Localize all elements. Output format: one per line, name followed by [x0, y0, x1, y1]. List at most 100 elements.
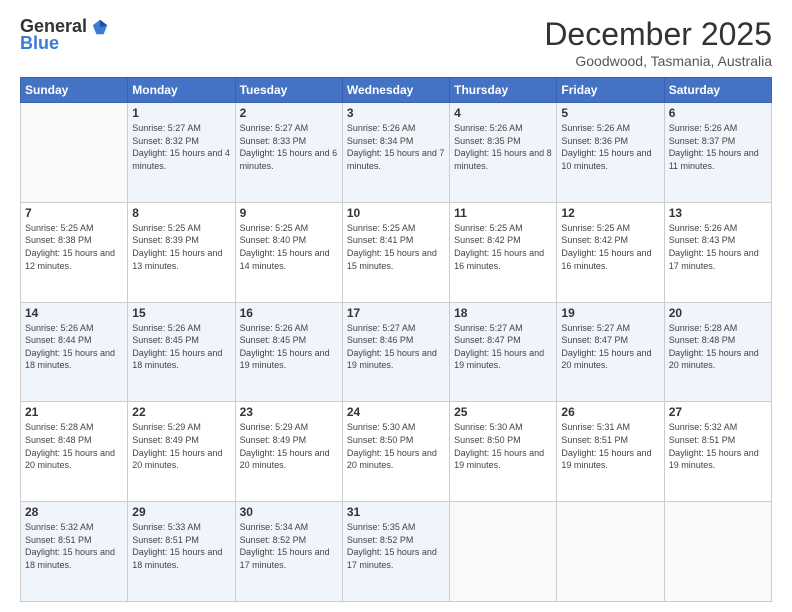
- calendar-cell: 28 Sunrise: 5:32 AMSunset: 8:51 PMDayligh…: [21, 502, 128, 602]
- calendar-cell: [557, 502, 664, 602]
- day-number: 30: [240, 505, 338, 519]
- weekday-header-monday: Monday: [128, 78, 235, 103]
- calendar-cell: 26Sunrise: 5:31 AMSunset: 8:51 PMDayligh…: [557, 402, 664, 502]
- day-number: 31: [347, 505, 445, 519]
- day-info: Sunrise: 5:25 AMSunset: 8:38 PMDaylight:…: [25, 222, 123, 272]
- calendar-cell: 9 Sunrise: 5:25 AMSunset: 8:40 PMDaylight…: [235, 202, 342, 302]
- calendar-cell: 1 Sunrise: 5:27 AMSunset: 8:32 PMDaylight…: [128, 103, 235, 203]
- calendar-week-row: 28 Sunrise: 5:32 AMSunset: 8:51 PMDayligh…: [21, 502, 772, 602]
- day-info: Sunrise: 5:28 AMSunset: 8:48 PMDaylight:…: [669, 322, 767, 372]
- calendar-cell: [21, 103, 128, 203]
- day-number: 13: [669, 206, 767, 220]
- calendar-cell: 5Sunrise: 5:26 AMSunset: 8:36 PMDaylight…: [557, 103, 664, 203]
- logo-blue-text: Blue: [20, 33, 59, 54]
- calendar-cell: 24 Sunrise: 5:30 AMSunset: 8:50 PMDayligh…: [342, 402, 449, 502]
- calendar-cell: 4Sunrise: 5:26 AMSunset: 8:35 PMDaylight…: [450, 103, 557, 203]
- day-info: Sunrise: 5:32 AMSunset: 8:51 PMDaylight:…: [669, 421, 767, 471]
- day-number: 24: [347, 405, 445, 419]
- day-info: Sunrise: 5:29 AMSunset: 8:49 PMDaylight:…: [240, 421, 338, 471]
- day-info: Sunrise: 5:27 AMSunset: 8:32 PMDaylight:…: [132, 122, 230, 172]
- calendar-cell: 6Sunrise: 5:26 AMSunset: 8:37 PMDaylight…: [664, 103, 771, 203]
- day-info: Sunrise: 5:27 AMSunset: 8:33 PMDaylight:…: [240, 122, 338, 172]
- day-info: Sunrise: 5:28 AMSunset: 8:48 PMDaylight:…: [25, 421, 123, 471]
- day-number: 3: [347, 106, 445, 120]
- day-info: Sunrise: 5:27 AMSunset: 8:47 PMDaylight:…: [561, 322, 659, 372]
- day-number: 9: [240, 206, 338, 220]
- calendar-cell: 21 Sunrise: 5:28 AMSunset: 8:48 PMDayligh…: [21, 402, 128, 502]
- day-info: Sunrise: 5:30 AMSunset: 8:50 PMDaylight:…: [347, 421, 445, 471]
- calendar-cell: 30 Sunrise: 5:34 AMSunset: 8:52 PMDayligh…: [235, 502, 342, 602]
- calendar-cell: 18Sunrise: 5:27 AMSunset: 8:47 PMDayligh…: [450, 302, 557, 402]
- calendar-cell: 20 Sunrise: 5:28 AMSunset: 8:48 PMDayligh…: [664, 302, 771, 402]
- day-info: Sunrise: 5:27 AMSunset: 8:47 PMDaylight:…: [454, 322, 552, 372]
- weekday-header-tuesday: Tuesday: [235, 78, 342, 103]
- calendar-cell: 19 Sunrise: 5:27 AMSunset: 8:47 PMDayligh…: [557, 302, 664, 402]
- day-info: Sunrise: 5:26 AMSunset: 8:44 PMDaylight:…: [25, 322, 123, 372]
- weekday-header-row: SundayMondayTuesdayWednesdayThursdayFrid…: [21, 78, 772, 103]
- weekday-header-sunday: Sunday: [21, 78, 128, 103]
- day-number: 26: [561, 405, 659, 419]
- day-info: Sunrise: 5:26 AMSunset: 8:36 PMDaylight:…: [561, 122, 659, 172]
- day-info: Sunrise: 5:33 AMSunset: 8:51 PMDaylight:…: [132, 521, 230, 571]
- day-info: Sunrise: 5:32 AMSunset: 8:51 PMDaylight:…: [25, 521, 123, 571]
- logo: General Blue: [20, 16, 109, 54]
- day-number: 7: [25, 206, 123, 220]
- day-number: 15: [132, 306, 230, 320]
- day-info: Sunrise: 5:26 AMSunset: 8:34 PMDaylight:…: [347, 122, 445, 172]
- calendar-cell: 2 Sunrise: 5:27 AMSunset: 8:33 PMDaylight…: [235, 103, 342, 203]
- day-number: 12: [561, 206, 659, 220]
- logo-flag-icon: [91, 18, 109, 36]
- day-number: 19: [561, 306, 659, 320]
- day-number: 20: [669, 306, 767, 320]
- day-info: Sunrise: 5:35 AMSunset: 8:52 PMDaylight:…: [347, 521, 445, 571]
- day-number: 6: [669, 106, 767, 120]
- calendar-cell: 13Sunrise: 5:26 AMSunset: 8:43 PMDayligh…: [664, 202, 771, 302]
- day-number: 1: [132, 106, 230, 120]
- day-info: Sunrise: 5:25 AMSunset: 8:42 PMDaylight:…: [561, 222, 659, 272]
- day-info: Sunrise: 5:34 AMSunset: 8:52 PMDaylight:…: [240, 521, 338, 571]
- calendar-week-row: 1 Sunrise: 5:27 AMSunset: 8:32 PMDaylight…: [21, 103, 772, 203]
- calendar-cell: [450, 502, 557, 602]
- calendar-week-row: 14Sunrise: 5:26 AMSunset: 8:44 PMDayligh…: [21, 302, 772, 402]
- day-info: Sunrise: 5:25 AMSunset: 8:39 PMDaylight:…: [132, 222, 230, 272]
- day-number: 28: [25, 505, 123, 519]
- calendar-week-row: 7 Sunrise: 5:25 AMSunset: 8:38 PMDaylight…: [21, 202, 772, 302]
- calendar-cell: 25Sunrise: 5:30 AMSunset: 8:50 PMDayligh…: [450, 402, 557, 502]
- day-info: Sunrise: 5:27 AMSunset: 8:46 PMDaylight:…: [347, 322, 445, 372]
- header: General Blue December 2025 Goodwood, Tas…: [20, 16, 772, 69]
- day-info: Sunrise: 5:30 AMSunset: 8:50 PMDaylight:…: [454, 421, 552, 471]
- day-number: 8: [132, 206, 230, 220]
- day-info: Sunrise: 5:26 AMSunset: 8:45 PMDaylight:…: [240, 322, 338, 372]
- day-number: 29: [132, 505, 230, 519]
- calendar-cell: 17 Sunrise: 5:27 AMSunset: 8:46 PMDayligh…: [342, 302, 449, 402]
- day-info: Sunrise: 5:26 AMSunset: 8:45 PMDaylight:…: [132, 322, 230, 372]
- location-subtitle: Goodwood, Tasmania, Australia: [544, 53, 772, 69]
- calendar-cell: 22Sunrise: 5:29 AMSunset: 8:49 PMDayligh…: [128, 402, 235, 502]
- day-number: 21: [25, 405, 123, 419]
- day-number: 2: [240, 106, 338, 120]
- day-number: 23: [240, 405, 338, 419]
- calendar-cell: 15 Sunrise: 5:26 AMSunset: 8:45 PMDayligh…: [128, 302, 235, 402]
- calendar-cell: 14Sunrise: 5:26 AMSunset: 8:44 PMDayligh…: [21, 302, 128, 402]
- month-title: December 2025: [544, 16, 772, 53]
- calendar-cell: 12 Sunrise: 5:25 AMSunset: 8:42 PMDayligh…: [557, 202, 664, 302]
- weekday-header-saturday: Saturday: [664, 78, 771, 103]
- calendar-cell: 10 Sunrise: 5:25 AMSunset: 8:41 PMDayligh…: [342, 202, 449, 302]
- weekday-header-friday: Friday: [557, 78, 664, 103]
- day-info: Sunrise: 5:26 AMSunset: 8:35 PMDaylight:…: [454, 122, 552, 172]
- title-section: December 2025 Goodwood, Tasmania, Austra…: [544, 16, 772, 69]
- calendar-cell: 16Sunrise: 5:26 AMSunset: 8:45 PMDayligh…: [235, 302, 342, 402]
- calendar-table: SundayMondayTuesdayWednesdayThursdayFrid…: [20, 77, 772, 602]
- day-info: Sunrise: 5:25 AMSunset: 8:41 PMDaylight:…: [347, 222, 445, 272]
- calendar-cell: 7 Sunrise: 5:25 AMSunset: 8:38 PMDaylight…: [21, 202, 128, 302]
- calendar-cell: [664, 502, 771, 602]
- calendar-week-row: 21 Sunrise: 5:28 AMSunset: 8:48 PMDayligh…: [21, 402, 772, 502]
- calendar-cell: 11Sunrise: 5:25 AMSunset: 8:42 PMDayligh…: [450, 202, 557, 302]
- day-info: Sunrise: 5:25 AMSunset: 8:40 PMDaylight:…: [240, 222, 338, 272]
- calendar-cell: 3 Sunrise: 5:26 AMSunset: 8:34 PMDaylight…: [342, 103, 449, 203]
- calendar-cell: 31 Sunrise: 5:35 AMSunset: 8:52 PMDayligh…: [342, 502, 449, 602]
- day-number: 10: [347, 206, 445, 220]
- day-number: 17: [347, 306, 445, 320]
- day-info: Sunrise: 5:29 AMSunset: 8:49 PMDaylight:…: [132, 421, 230, 471]
- day-number: 11: [454, 206, 552, 220]
